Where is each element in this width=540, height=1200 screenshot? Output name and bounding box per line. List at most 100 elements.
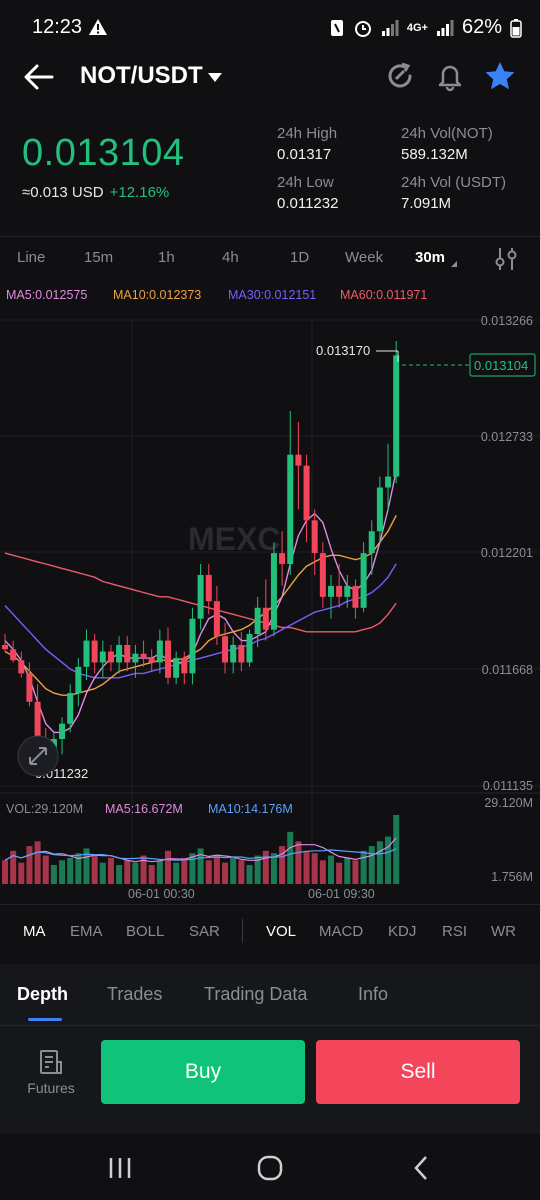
candle-body bbox=[205, 574, 212, 602]
candle-body bbox=[26, 673, 33, 702]
candle-body bbox=[344, 585, 351, 597]
tab-info[interactable]: Info bbox=[358, 984, 388, 1005]
indicator-wr[interactable]: WR bbox=[491, 923, 516, 940]
candle-body bbox=[156, 640, 163, 663]
x-tick: 06-01 09:30 bbox=[308, 887, 375, 901]
volume-bar bbox=[156, 860, 163, 884]
tab-30m[interactable]: 30m bbox=[415, 249, 445, 266]
volume-bar bbox=[124, 860, 131, 884]
candle-body bbox=[197, 574, 204, 619]
candle-body bbox=[148, 658, 155, 663]
candle-body bbox=[59, 723, 66, 739]
candle-body bbox=[246, 634, 253, 663]
vol-usdt-value: 7.091M bbox=[401, 195, 452, 212]
candle-body bbox=[107, 651, 114, 663]
candle-body bbox=[213, 601, 220, 637]
tab-15m[interactable]: 15m bbox=[84, 249, 113, 266]
tab-week[interactable]: Week bbox=[345, 249, 383, 266]
vol-min-label: 1.756M bbox=[491, 870, 533, 884]
candle-body bbox=[34, 701, 41, 739]
tab-1d[interactable]: 1D bbox=[290, 249, 309, 266]
nfc-icon bbox=[330, 19, 343, 36]
candle-body bbox=[393, 355, 400, 477]
volume-bar bbox=[319, 860, 326, 884]
volume-bar bbox=[59, 860, 66, 884]
max-price-label: 0.013170 bbox=[316, 343, 370, 358]
bell-icon[interactable] bbox=[434, 60, 466, 97]
buy-button[interactable]: Buy bbox=[101, 1040, 305, 1104]
indicator-vol[interactable]: VOL bbox=[266, 923, 296, 940]
indicator-sar[interactable]: SAR bbox=[189, 923, 220, 940]
tab-line[interactable]: Line bbox=[17, 249, 45, 266]
interval-tabs: Line 15m 1h 4h 1D Week 30m bbox=[0, 236, 540, 280]
recent-apps-icon[interactable] bbox=[108, 1156, 132, 1185]
volume-bar bbox=[336, 862, 343, 884]
futures-label: Futures bbox=[27, 1080, 75, 1096]
chart-grid bbox=[0, 319, 540, 880]
tab-trades[interactable]: Trades bbox=[107, 984, 162, 1005]
approx-usd: ≈0.013 USD bbox=[22, 184, 104, 201]
futures-icon bbox=[40, 1050, 62, 1074]
signal-icon bbox=[381, 19, 399, 36]
active-tab-indicator bbox=[28, 1018, 62, 1021]
candle-body bbox=[18, 660, 25, 674]
candle-body bbox=[116, 644, 123, 663]
vol-max-label: 29.120M bbox=[484, 796, 533, 810]
back-nav-icon[interactable] bbox=[412, 1154, 432, 1187]
refresh-icon[interactable] bbox=[384, 60, 416, 97]
volume-bar bbox=[360, 850, 367, 884]
expand-chart-icon[interactable] bbox=[17, 735, 59, 777]
indicator-ma[interactable]: MA bbox=[23, 923, 46, 940]
candle-body bbox=[287, 454, 294, 565]
candle-body bbox=[2, 644, 8, 650]
volume-bar bbox=[368, 846, 375, 884]
indicator-rsi[interactable]: RSI bbox=[442, 923, 467, 940]
candle-body bbox=[376, 487, 383, 532]
volume-bar bbox=[311, 853, 318, 884]
candle-body bbox=[75, 666, 82, 694]
star-icon[interactable] bbox=[484, 60, 516, 97]
volume-bar bbox=[303, 850, 310, 884]
volume-bar bbox=[213, 855, 220, 884]
candle-body bbox=[140, 653, 147, 659]
pair-selector[interactable]: NOT/USDT bbox=[80, 62, 203, 90]
indicator-kdj[interactable]: KDJ bbox=[388, 923, 416, 940]
price-chart[interactable]: MEXC 0.013266 0.012733 0.012201 0.011668… bbox=[0, 300, 540, 904]
vol-ma10-legend: MA10:14.176M bbox=[208, 802, 293, 816]
chevron-down-icon[interactable] bbox=[208, 70, 222, 88]
chart-settings-icon[interactable] bbox=[492, 245, 520, 278]
candle-body bbox=[385, 476, 392, 488]
volume-bar bbox=[295, 841, 302, 884]
volume-bar bbox=[246, 865, 253, 884]
tab-1h[interactable]: 1h bbox=[158, 249, 175, 266]
volume-bar bbox=[287, 831, 294, 884]
tab-4h[interactable]: 4h bbox=[222, 249, 239, 266]
back-arrow-icon[interactable] bbox=[22, 60, 56, 99]
candle-body bbox=[328, 585, 334, 597]
watermark: MEXC bbox=[188, 521, 280, 557]
status-bar: 12:23 4G+ 62% bbox=[0, 0, 540, 60]
sell-button[interactable]: Sell bbox=[316, 1040, 520, 1104]
futures-button[interactable]: Futures bbox=[22, 1048, 80, 1096]
indicator-ema[interactable]: EMA bbox=[70, 923, 103, 940]
candle-body bbox=[181, 658, 188, 674]
vol-not-label: 24h Vol(NOT) bbox=[401, 125, 493, 142]
lower-tabs: Depth Trades Trading Data Info bbox=[0, 964, 540, 1026]
signal-icon-2 bbox=[436, 19, 454, 36]
indicator-macd[interactable]: MACD bbox=[319, 923, 363, 940]
candle-body bbox=[99, 651, 106, 663]
volume-bar bbox=[385, 836, 392, 884]
home-icon[interactable] bbox=[256, 1154, 284, 1187]
tab-trading-data[interactable]: Trading Data bbox=[204, 984, 307, 1005]
candle-body bbox=[165, 640, 171, 678]
candle-body bbox=[173, 658, 180, 678]
tab-depth[interactable]: Depth bbox=[17, 984, 68, 1005]
status-time: 12:23 bbox=[32, 16, 83, 38]
network-type: 4G+ bbox=[406, 21, 428, 34]
last-price: 0.013104 bbox=[22, 132, 185, 174]
indicator-boll[interactable]: BOLL bbox=[126, 923, 164, 940]
volume-bar bbox=[67, 857, 74, 884]
candle-body bbox=[124, 644, 131, 663]
candle-body bbox=[295, 454, 302, 466]
system-icons: 4G+ 62% bbox=[329, 16, 522, 39]
